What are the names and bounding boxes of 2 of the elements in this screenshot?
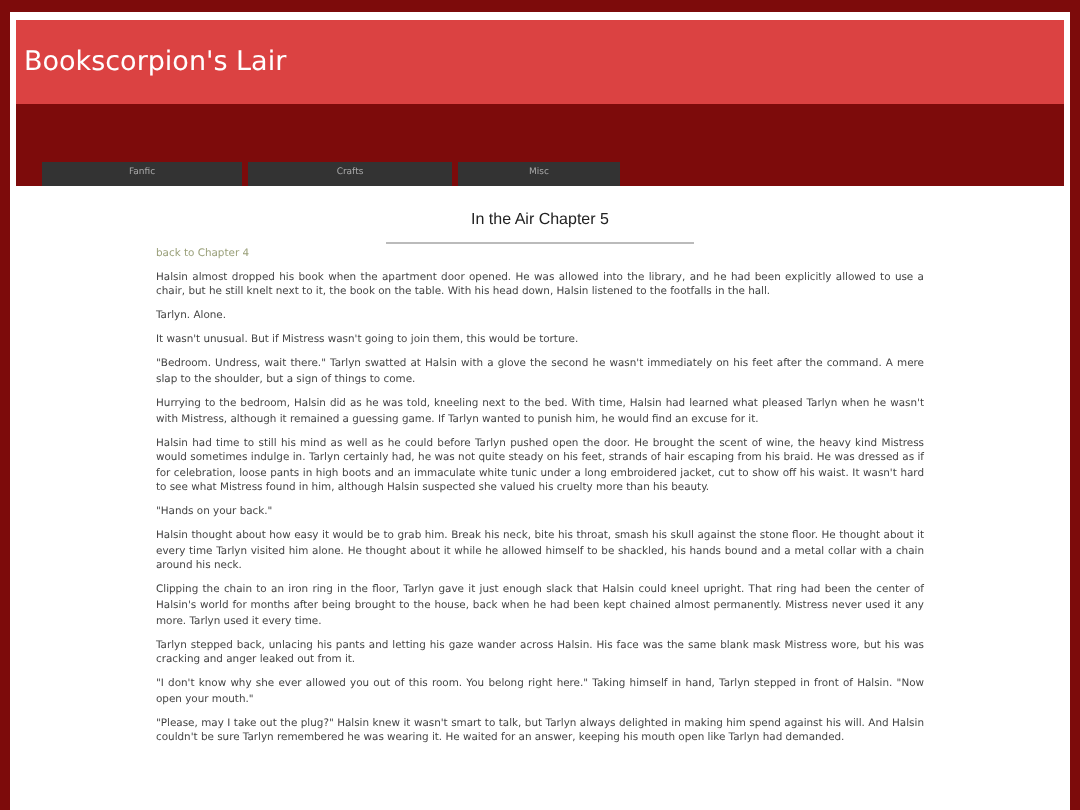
site-title[interactable]: Bookscorpion's Lair: [24, 41, 287, 83]
page-title: In the Air Chapter 5: [471, 208, 609, 232]
